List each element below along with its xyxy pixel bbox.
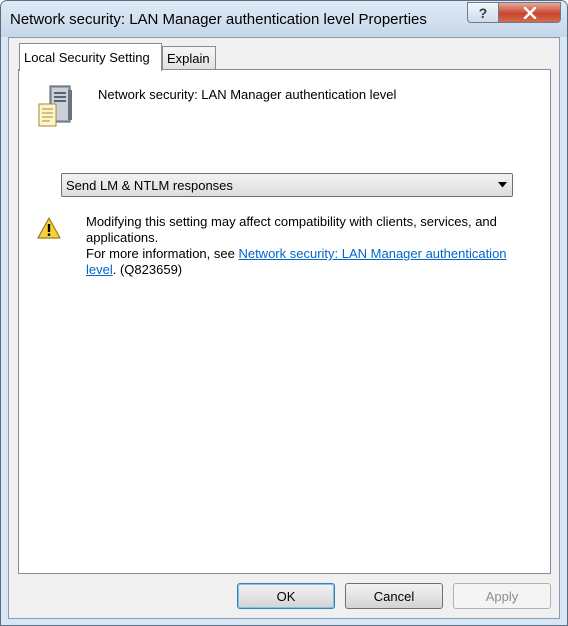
tab-local-security-setting[interactable]: Local Security Setting xyxy=(19,43,162,71)
warning-message: Modifying this setting may affect compat… xyxy=(86,214,526,278)
apply-button[interactable]: Apply xyxy=(453,583,551,609)
server-document-icon xyxy=(38,85,72,127)
dialog-client-area: Local Security Setting Explain Network s… xyxy=(8,37,560,619)
close-icon xyxy=(523,6,536,19)
tab-label: Explain xyxy=(167,51,210,66)
help-icon: ? xyxy=(478,4,488,21)
properties-dialog: Network security: LAN Manager authentica… xyxy=(0,0,568,626)
policy-title: Network security: LAN Manager authentica… xyxy=(98,87,397,102)
tab-panel: Network security: LAN Manager authentica… xyxy=(18,69,551,574)
tab-label: Local Security Setting xyxy=(24,50,150,65)
auth-level-dropdown[interactable]: Send LM & NTLM responses xyxy=(61,173,513,197)
ok-button[interactable]: OK xyxy=(237,583,335,609)
cancel-button[interactable]: Cancel xyxy=(345,583,443,609)
warning-icon xyxy=(37,217,61,239)
help-button[interactable]: ? xyxy=(467,2,499,23)
warning-line-2-prefix: For more information, see xyxy=(86,246,239,261)
title-bar[interactable]: Network security: LAN Manager authentica… xyxy=(1,1,567,37)
warning-line-1: Modifying this setting may affect compat… xyxy=(86,214,497,245)
chevron-down-icon xyxy=(498,182,507,188)
window-title: Network security: LAN Manager authentica… xyxy=(10,11,427,28)
tab-explain[interactable]: Explain xyxy=(162,46,216,70)
dropdown-selected-value: Send LM & NTLM responses xyxy=(66,177,233,193)
warning-line-2-suffix: . (Q823659) xyxy=(112,262,183,277)
close-button[interactable] xyxy=(498,2,561,23)
